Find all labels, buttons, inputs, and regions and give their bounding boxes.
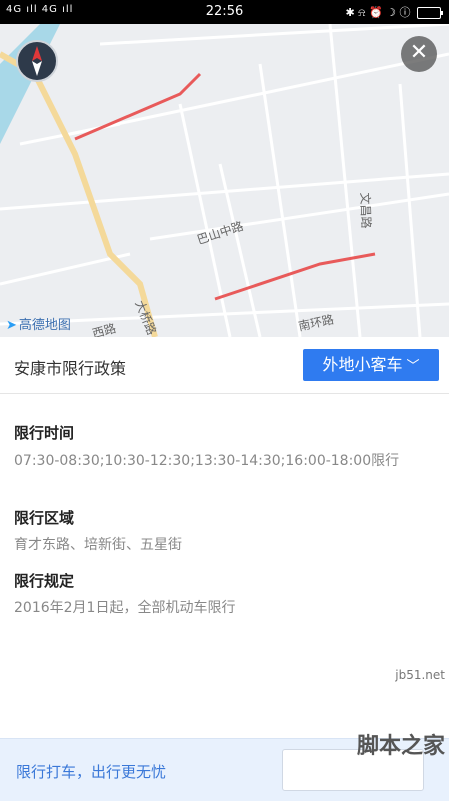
section-title-area: 限行区域: [14, 509, 75, 527]
map-logo-text: 高德地图: [18, 318, 71, 333]
policy-title: 安康市限行政策: [14, 359, 127, 378]
map-logo: ➤ 高德地图: [6, 314, 71, 333]
section-title-rule: 限行规定: [14, 572, 75, 590]
map-roads: [0, 24, 449, 337]
system-icons: ✱ ⍾ ⏰ ☽ ⓘ: [345, 6, 411, 19]
vehicle-type-label: 外地小客车: [322, 355, 403, 374]
policy-header: 安康市限行政策 外地小客车 ﹀: [0, 337, 449, 394]
watermark: jb51.net 脚本之家: [357, 668, 445, 760]
bottom-banner-text: 限行打车，出行更无忧: [16, 763, 167, 781]
restricted-road-2: [214, 252, 376, 301]
status-icons: ✱ ⍾ ⏰ ☽ ⓘ: [345, 4, 443, 20]
status-bar: 4G ıll 4G ıll 22:56 ✱ ⍾ ⏰ ☽ ⓘ: [0, 0, 449, 24]
road-label-wenchang: 文昌路: [357, 192, 374, 229]
section-text-rule: 2016年2月1日起，全部机动车限行: [14, 600, 236, 616]
section-text-time: 07:30-08:30;10:30-12:30;13:30-14:30;16:0…: [14, 453, 400, 469]
map-view[interactable]: ✕ 巴山中路 文昌路 大桥路 南环路 西路 ➤ 高德地图: [0, 24, 449, 337]
watermark-logo: 脚本之家: [356, 734, 445, 759]
minor-roads: [0, 24, 449, 337]
amap-logo-icon: ➤: [6, 318, 17, 333]
battery-icon: [417, 7, 443, 19]
watermark-url: jb51.net: [395, 668, 445, 682]
vehicle-type-dropdown[interactable]: 外地小客车 ﹀: [303, 349, 439, 381]
close-button[interactable]: ✕: [401, 36, 437, 72]
compass-icon[interactable]: [16, 40, 58, 82]
chevron-down-icon: ﹀: [406, 359, 420, 374]
section-text-area: 育才东路、培新街、五星街: [14, 537, 182, 553]
section-title-time: 限行时间: [14, 424, 75, 442]
